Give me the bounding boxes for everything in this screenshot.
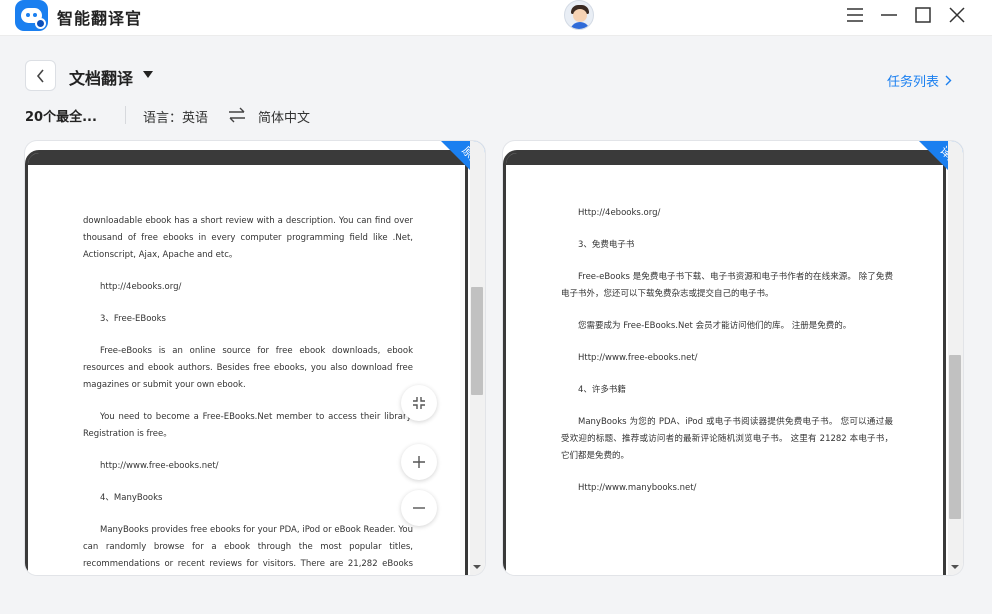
page-title: 文档翻译 xyxy=(69,69,134,88)
source-paragraph: http://www.free-ebooks.net/ xyxy=(100,461,219,471)
target-panel: Http://4ebooks.org/ 3、免费电子书 Free-eBooks … xyxy=(503,141,963,575)
scroll-down-arrow-icon[interactable] xyxy=(473,565,481,569)
source-panel: downloadable ebook has a short review wi… xyxy=(25,141,485,575)
target-language: 简体中文 xyxy=(258,111,311,126)
source-paragraph: You need to become a Free-EBooks.Net mem… xyxy=(83,412,413,439)
chevron-right-icon xyxy=(945,75,952,86)
robot-logo-icon xyxy=(15,0,48,31)
minimize-icon[interactable] xyxy=(877,4,901,26)
swap-arrows-icon[interactable] xyxy=(227,106,247,124)
caret-down-icon[interactable] xyxy=(143,71,153,78)
source-scrollbar[interactable] xyxy=(470,141,485,575)
target-paragraph: ManyBooks 为您的 PDA、iPod 或电子书阅读器提供免费电子书。 您… xyxy=(561,417,893,461)
source-paragraph: Free-eBooks is an online source for free… xyxy=(83,346,413,390)
target-paragraph: Http://www.manybooks.net/ xyxy=(578,483,697,493)
source-paragraph: ManyBooks provides free ebooks for your … xyxy=(83,525,413,569)
document-name: 20个最全... xyxy=(25,110,97,125)
source-scroll-thumb[interactable] xyxy=(471,287,483,395)
scroll-down-arrow-icon[interactable] xyxy=(951,565,959,569)
title-bar: 智能翻译官 xyxy=(0,0,992,36)
target-paragraph: 4、许多书籍 xyxy=(578,385,626,395)
source-paragraph: http://4ebooks.org/ xyxy=(100,282,182,292)
target-paragraph: 您需要成为 Free-EBooks.Net 会员才能访问他们的库。 注册是免费的… xyxy=(578,321,852,331)
menu-icon[interactable] xyxy=(843,4,867,26)
plus-icon xyxy=(413,456,425,468)
target-scrollbar[interactable] xyxy=(948,141,963,575)
source-paragraph: downloadable ebook has a short review wi… xyxy=(83,216,413,260)
source-paragraph: 4、ManyBooks xyxy=(100,493,163,503)
source-document: downloadable ebook has a short review wi… xyxy=(83,213,413,575)
zoom-in-button[interactable] xyxy=(401,444,437,480)
target-paragraph: 3、免费电子书 xyxy=(578,240,635,250)
close-icon[interactable] xyxy=(945,4,969,26)
target-document: Http://4ebooks.org/ 3、免费电子书 Free-eBooks … xyxy=(561,205,893,512)
target-page: Http://4ebooks.org/ 3、免费电子书 Free-eBooks … xyxy=(503,150,946,575)
target-paragraph: Http://4ebooks.org/ xyxy=(578,208,661,218)
chevron-left-icon xyxy=(36,68,44,83)
app-title: 智能翻译官 xyxy=(57,9,143,28)
target-paragraph: Free-eBooks 是免费电子书下载、电子书资源和电子书作者的在线来源。 除… xyxy=(561,272,893,299)
source-paragraph: 3、Free-EBooks xyxy=(100,314,166,324)
fit-screen-button[interactable] xyxy=(401,385,437,421)
target-paragraph: Http://www.free-ebooks.net/ xyxy=(578,353,698,363)
divider xyxy=(125,106,126,124)
maximize-icon[interactable] xyxy=(911,4,935,26)
back-button[interactable] xyxy=(25,60,56,91)
zoom-out-button[interactable] xyxy=(401,490,437,526)
target-scroll-thumb[interactable] xyxy=(949,355,961,519)
fit-screen-icon xyxy=(413,397,425,409)
task-list-link[interactable]: 任务列表 xyxy=(887,71,952,90)
user-avatar[interactable] xyxy=(564,0,594,30)
task-list-label: 任务列表 xyxy=(887,75,940,90)
minus-icon xyxy=(413,507,425,509)
source-language: 语言：英语 xyxy=(143,111,209,126)
